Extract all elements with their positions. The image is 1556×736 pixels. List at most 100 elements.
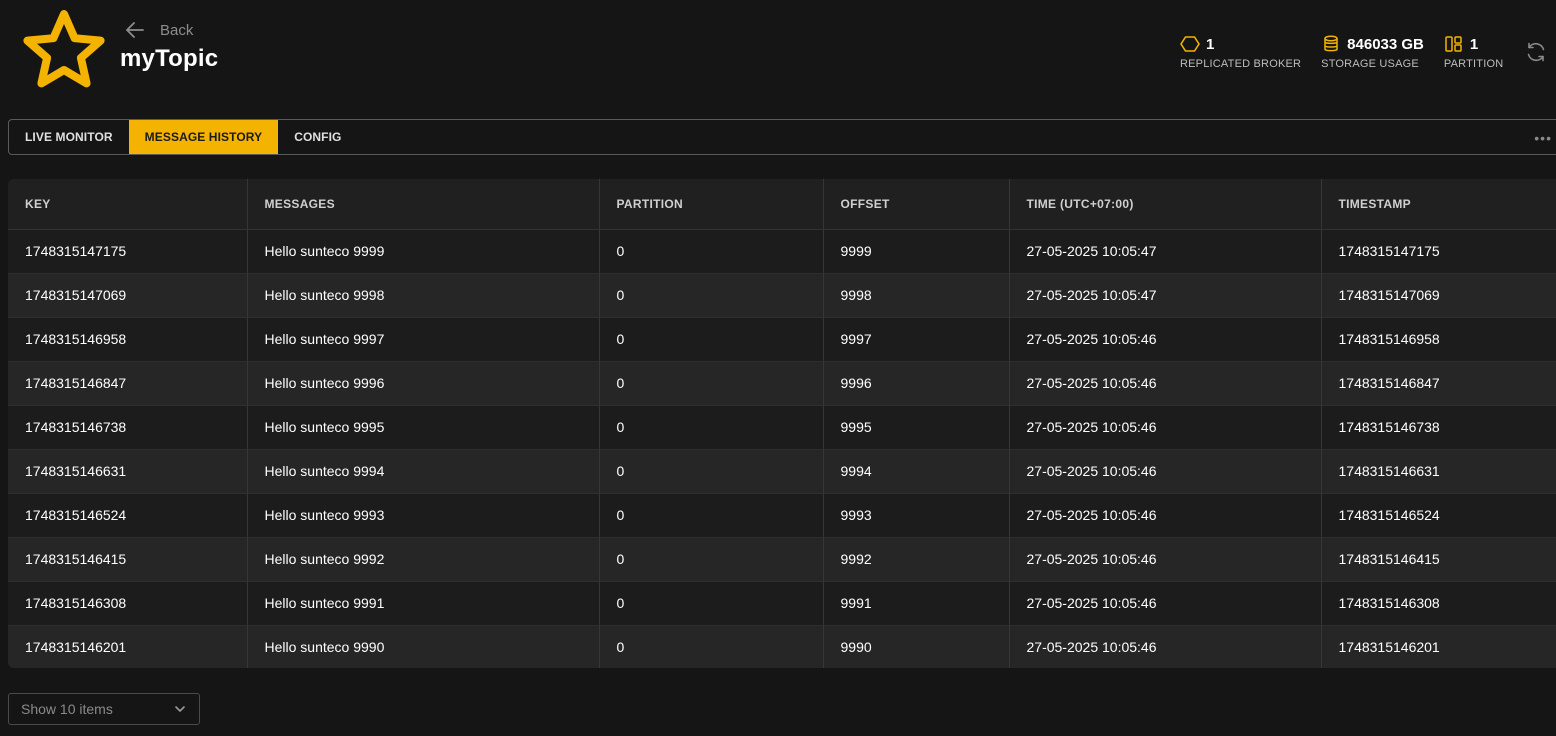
back-button[interactable]: Back [124, 18, 193, 42]
page-title: myTopic [120, 45, 219, 72]
table-row[interactable]: 1748315146847 Hello sunteco 9996 0 9996 27-0… [8, 360, 1556, 405]
message-table: KEY MESSAGES PARTITION OFFSET TIME (UTC+… [8, 179, 1556, 668]
column-header-partition[interactable]: PARTITION [598, 179, 823, 230]
refresh-icon[interactable] [1524, 40, 1548, 64]
database-icon [1324, 35, 1338, 52]
topic-tabs: LIVE MONITOR MESSAGE HISTORY CONFIG ••• [8, 119, 1556, 155]
cell-time: 27-05-2025 10:05:47 [1008, 272, 1321, 317]
stat-label: STORAGE USAGE [1321, 58, 1419, 70]
stat-label: PARTITION [1443, 58, 1504, 70]
stat-partition: 1 PARTITION [1443, 34, 1504, 71]
cell-timestamp: 1748315146738 [1320, 404, 1556, 449]
table-row[interactable]: 1748315146201 Hello sunteco 9990 0 9990 27-0… [8, 624, 1556, 668]
cell-offset: 9996 [822, 360, 1009, 405]
cell-key: 1748315146524 [8, 492, 247, 537]
cell-message: Hello sunteco 9993 [246, 492, 599, 537]
cell-timestamp: 1748315146631 [1320, 448, 1556, 493]
cell-partition: 0 [598, 404, 823, 449]
stat-replicated-broker: 1 REPLICATED BROKER [1180, 34, 1302, 71]
cell-partition: 0 [598, 492, 823, 537]
table-row[interactable]: 1748315146524 Hello sunteco 9993 0 9993 27-0… [8, 492, 1556, 537]
tab-config[interactable]: CONFIG [278, 120, 357, 154]
cell-timestamp: 1748315146415 [1320, 536, 1556, 581]
cell-timestamp: 1748315146847 [1320, 360, 1556, 405]
cell-message: Hello sunteco 9999 [246, 228, 599, 273]
cell-offset: 9993 [822, 492, 1009, 537]
cell-key: 1748315146631 [8, 448, 247, 493]
column-header-timestamp[interactable]: TIMESTAMP [1320, 179, 1556, 230]
more-options-icon[interactable]: ••• [1534, 130, 1552, 146]
hexagon-icon [1180, 36, 1200, 52]
table-row[interactable]: 1748315146738 Hello sunteco 9995 0 9995 27-0… [8, 404, 1556, 449]
column-header-messages[interactable]: MESSAGES [246, 179, 599, 230]
chevron-down-icon [175, 706, 185, 712]
cell-offset: 9994 [822, 448, 1009, 493]
cell-time: 27-05-2025 10:05:46 [1008, 536, 1321, 581]
stat-value: 846033 GB [1347, 35, 1424, 53]
cell-time: 27-05-2025 10:05:46 [1008, 360, 1321, 405]
cell-offset: 9995 [822, 404, 1009, 449]
topic-stats: 1 REPLICATED BROKER 846033 GB STORAGE US… [1180, 34, 1523, 70]
cell-partition: 0 [598, 360, 823, 405]
page-size-select[interactable]: Show 10 items [8, 693, 200, 725]
cell-offset: 9999 [822, 228, 1009, 273]
cell-timestamp: 1748315146308 [1320, 580, 1556, 625]
arrow-left-icon [126, 22, 144, 38]
stat-value: 1 [1469, 35, 1479, 53]
cell-time: 27-05-2025 10:05:46 [1008, 448, 1321, 493]
cell-message: Hello sunteco 9994 [246, 448, 599, 493]
cell-key: 1748315147069 [8, 272, 247, 317]
cell-message: Hello sunteco 9990 [246, 624, 599, 668]
cell-message: Hello sunteco 9991 [246, 580, 599, 625]
cell-partition: 0 [598, 448, 823, 493]
cell-time: 27-05-2025 10:05:46 [1008, 404, 1321, 449]
table-header-row: KEY MESSAGES PARTITION OFFSET TIME (UTC+… [8, 179, 1556, 230]
back-label: Back [160, 21, 194, 39]
table-row[interactable]: 1748315147069 Hello sunteco 9998 0 9998 27-0… [8, 272, 1556, 317]
cell-partition: 0 [598, 272, 823, 317]
tab-message-history[interactable]: MESSAGE HISTORY [128, 120, 279, 154]
table-row[interactable]: 1748315146631 Hello sunteco 9994 0 9994 27-0… [8, 448, 1556, 493]
cell-message: Hello sunteco 9992 [246, 536, 599, 581]
tab-live-monitor[interactable]: LIVE MONITOR [9, 120, 129, 154]
table-row[interactable]: 1748315146958 Hello sunteco 9997 0 9997 27-0… [8, 316, 1556, 361]
cell-message: Hello sunteco 9997 [246, 316, 599, 361]
table-row[interactable]: 1748315146308 Hello sunteco 9991 0 9991 27-0… [8, 580, 1556, 625]
cell-key: 1748315146847 [8, 360, 247, 405]
cell-offset: 9997 [822, 316, 1009, 361]
cell-timestamp: 1748315147069 [1320, 272, 1556, 317]
table-row[interactable]: 1748315147175 Hello sunteco 9999 0 9999 27-0… [8, 228, 1556, 273]
table-row[interactable]: 1748315146415 Hello sunteco 9992 0 9992 27-0… [8, 536, 1556, 581]
column-header-offset[interactable]: OFFSET [822, 179, 1009, 230]
cell-message: Hello sunteco 9998 [246, 272, 599, 317]
cell-key: 1748315146201 [8, 624, 247, 668]
stat-label: REPLICATED BROKER [1180, 58, 1302, 70]
page-header: Back myTopic 1 REPLICATED BROKER 846033 … [0, 0, 1556, 110]
cell-offset: 9992 [822, 536, 1009, 581]
cell-partition: 0 [598, 580, 823, 625]
cell-timestamp: 1748315146201 [1320, 624, 1556, 668]
cell-partition: 0 [598, 316, 823, 361]
cell-key: 1748315146308 [8, 580, 247, 625]
cell-message: Hello sunteco 9996 [246, 360, 599, 405]
cell-timestamp: 1748315146524 [1320, 492, 1556, 537]
column-header-key[interactable]: KEY [8, 179, 247, 230]
partition-icon [1445, 36, 1462, 52]
column-header-time[interactable]: TIME (UTC+07:00) [1008, 179, 1321, 230]
cell-partition: 0 [598, 624, 823, 668]
cell-offset: 9990 [822, 624, 1009, 668]
cell-key: 1748315147175 [8, 228, 247, 273]
page-size-label: Show 10 items [21, 701, 113, 717]
cell-offset: 9998 [822, 272, 1009, 317]
cell-time: 27-05-2025 10:05:46 [1008, 580, 1321, 625]
cell-time: 27-05-2025 10:05:46 [1008, 316, 1321, 361]
cell-partition: 0 [598, 536, 823, 581]
cell-key: 1748315146958 [8, 316, 247, 361]
cell-key: 1748315146738 [8, 404, 247, 449]
cell-key: 1748315146415 [8, 536, 247, 581]
stat-value: 1 [1206, 35, 1215, 53]
cell-message: Hello sunteco 9995 [246, 404, 599, 449]
cell-offset: 9991 [822, 580, 1009, 625]
stat-storage-usage: 846033 GB STORAGE USAGE [1321, 34, 1424, 70]
cell-time: 27-05-2025 10:05:46 [1008, 492, 1321, 537]
